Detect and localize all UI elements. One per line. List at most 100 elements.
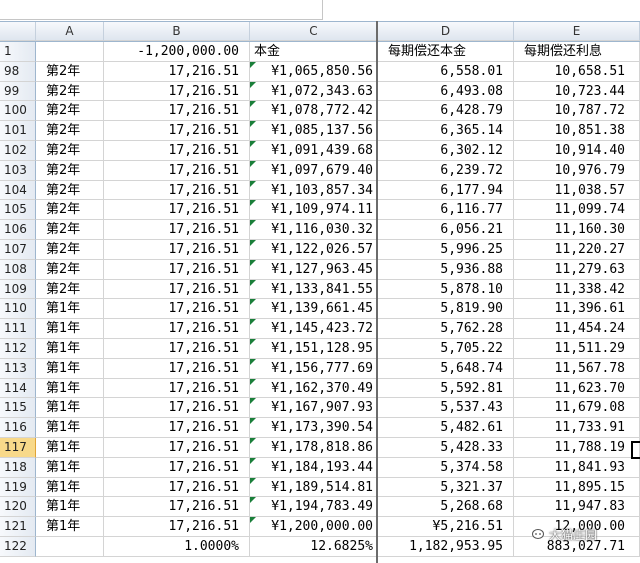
cell-c[interactable]: ¥1,133,841.55 [250, 279, 378, 300]
select-all-corner[interactable] [0, 22, 36, 41]
cell-a[interactable] [36, 42, 104, 62]
cell-c[interactable]: ¥1,194,783.49 [250, 497, 378, 518]
cell-d[interactable]: 6,558.01 [378, 61, 514, 82]
cell-c[interactable]: ¥1,085,137.56 [250, 121, 378, 141]
cell-e[interactable]: 11,038.57 [514, 180, 640, 201]
cell-d[interactable]: 5,705.22 [378, 338, 514, 359]
cell-c[interactable]: ¥1,103,857.34 [250, 180, 378, 201]
cell-c[interactable]: ¥1,127,963.45 [250, 259, 378, 280]
row-number[interactable]: 119 [0, 477, 36, 498]
cell-e[interactable]: 11,947.83 [514, 497, 640, 518]
cell-d[interactable]: 6,365.14 [378, 121, 514, 141]
cell-c[interactable]: 本金 [250, 42, 378, 62]
cell-b[interactable]: 17,216.51 [104, 239, 250, 260]
row-number[interactable]: 113 [0, 358, 36, 379]
row-number[interactable]: 101 [0, 121, 36, 141]
cell-a[interactable]: 第1年 [36, 378, 104, 399]
cell-c[interactable]: ¥1,173,390.54 [250, 418, 378, 438]
cell-a[interactable]: 第1年 [36, 437, 104, 458]
cell-a[interactable]: 第2年 [36, 81, 104, 102]
cell-e[interactable]: 11,279.63 [514, 259, 640, 280]
row-number[interactable]: 120 [0, 497, 36, 518]
cell-d[interactable]: 5,374.58 [378, 457, 514, 478]
cell-e[interactable]: 10,851.38 [514, 121, 640, 141]
row-number[interactable]: 104 [0, 180, 36, 201]
cell-d[interactable]: 6,239.72 [378, 160, 514, 181]
cell-c[interactable]: ¥1,078,772.42 [250, 101, 378, 122]
cell-e[interactable]: 11,623.70 [514, 378, 640, 399]
row-number[interactable]: 122 [0, 536, 36, 557]
cell-e[interactable]: 10,976.79 [514, 160, 640, 181]
cell-d[interactable]: 5,268.68 [378, 497, 514, 518]
cell-e[interactable]: 11,567.78 [514, 358, 640, 379]
cell-c[interactable]: ¥1,200,000.00 [250, 517, 378, 537]
cell-d[interactable]: 6,493.08 [378, 81, 514, 102]
row-number[interactable]: 107 [0, 239, 36, 260]
cell-e[interactable]: 11,099.74 [514, 200, 640, 221]
cell-a[interactable]: 第1年 [36, 358, 104, 379]
cell-e[interactable]: 11,454.24 [514, 319, 640, 339]
row-number[interactable]: 108 [0, 259, 36, 280]
cell-c[interactable]: ¥1,097,679.40 [250, 160, 378, 181]
cell-d[interactable]: ¥5,216.51 [378, 517, 514, 537]
cell-c[interactable]: ¥1,189,514.81 [250, 477, 378, 498]
cell-b[interactable]: 17,216.51 [104, 121, 250, 141]
row-number[interactable]: 112 [0, 338, 36, 359]
cell-e[interactable]: 11,895.15 [514, 477, 640, 498]
cell-a[interactable]: 第1年 [36, 338, 104, 359]
cell-e[interactable]: 10,787.72 [514, 101, 640, 122]
cell-a[interactable]: 第2年 [36, 140, 104, 161]
column-header-d[interactable]: D [378, 22, 514, 41]
cell-b[interactable]: 17,216.51 [104, 101, 250, 122]
cell-b[interactable]: 17,216.51 [104, 457, 250, 478]
cell-a[interactable]: 第1年 [36, 299, 104, 320]
cell-d[interactable]: 6,428.79 [378, 101, 514, 122]
cell-a[interactable]: 第2年 [36, 279, 104, 300]
cell-c[interactable]: ¥1,145,423.72 [250, 319, 378, 339]
cell-b[interactable]: -1,200,000.00 [104, 42, 250, 62]
row-number[interactable]: 1 [0, 42, 36, 62]
row-number[interactable]: 114 [0, 378, 36, 399]
row-number[interactable]: 110 [0, 299, 36, 320]
cell-a[interactable]: 第1年 [36, 457, 104, 478]
cell-e[interactable]: 11,338.42 [514, 279, 640, 300]
cell-b[interactable]: 17,216.51 [104, 378, 250, 399]
cell-a[interactable]: 第2年 [36, 101, 104, 122]
cell-e[interactable]: 11,733.91 [514, 418, 640, 438]
row-number[interactable]: 118 [0, 457, 36, 478]
cell-b[interactable]: 17,216.51 [104, 220, 250, 240]
cell-c[interactable]: ¥1,122,026.57 [250, 239, 378, 260]
row-number[interactable]: 100 [0, 101, 36, 122]
cell-b[interactable]: 17,216.51 [104, 477, 250, 498]
column-header-a[interactable]: A [36, 22, 104, 41]
cell-d[interactable]: 5,936.88 [378, 259, 514, 280]
cell-b[interactable]: 17,216.51 [104, 180, 250, 201]
cell-e[interactable]: 10,723.44 [514, 81, 640, 102]
cell-a[interactable]: 第1年 [36, 398, 104, 419]
cell-d[interactable]: 5,537.43 [378, 398, 514, 419]
cell-d[interactable]: 5,321.37 [378, 477, 514, 498]
cell-a[interactable]: 第2年 [36, 239, 104, 260]
row-number[interactable]: 106 [0, 220, 36, 240]
cell-c[interactable]: ¥1,091,439.68 [250, 140, 378, 161]
cell-a[interactable]: 第2年 [36, 61, 104, 82]
cell-a[interactable]: 第2年 [36, 160, 104, 181]
cell-b[interactable]: 17,216.51 [104, 497, 250, 518]
cell-b[interactable]: 17,216.51 [104, 61, 250, 82]
cell-b[interactable]: 17,216.51 [104, 319, 250, 339]
row-number[interactable]: 102 [0, 140, 36, 161]
cell-d[interactable]: 5,592.81 [378, 378, 514, 399]
cell-a[interactable]: 第1年 [36, 418, 104, 438]
cell-e[interactable]: 10,914.40 [514, 140, 640, 161]
cell-b[interactable]: 17,216.51 [104, 200, 250, 221]
cell-a[interactable]: 第1年 [36, 517, 104, 537]
cell-d[interactable]: 6,056.21 [378, 220, 514, 240]
cell-d[interactable]: 6,302.12 [378, 140, 514, 161]
row-number[interactable]: 116 [0, 418, 36, 438]
cell-b[interactable]: 17,216.51 [104, 398, 250, 419]
row-number[interactable]: 103 [0, 160, 36, 181]
cell-b[interactable]: 17,216.51 [104, 299, 250, 320]
column-header-c[interactable]: C [250, 22, 378, 41]
cell-e[interactable]: 10,658.51 [514, 61, 640, 82]
cell-a[interactable] [36, 536, 104, 557]
